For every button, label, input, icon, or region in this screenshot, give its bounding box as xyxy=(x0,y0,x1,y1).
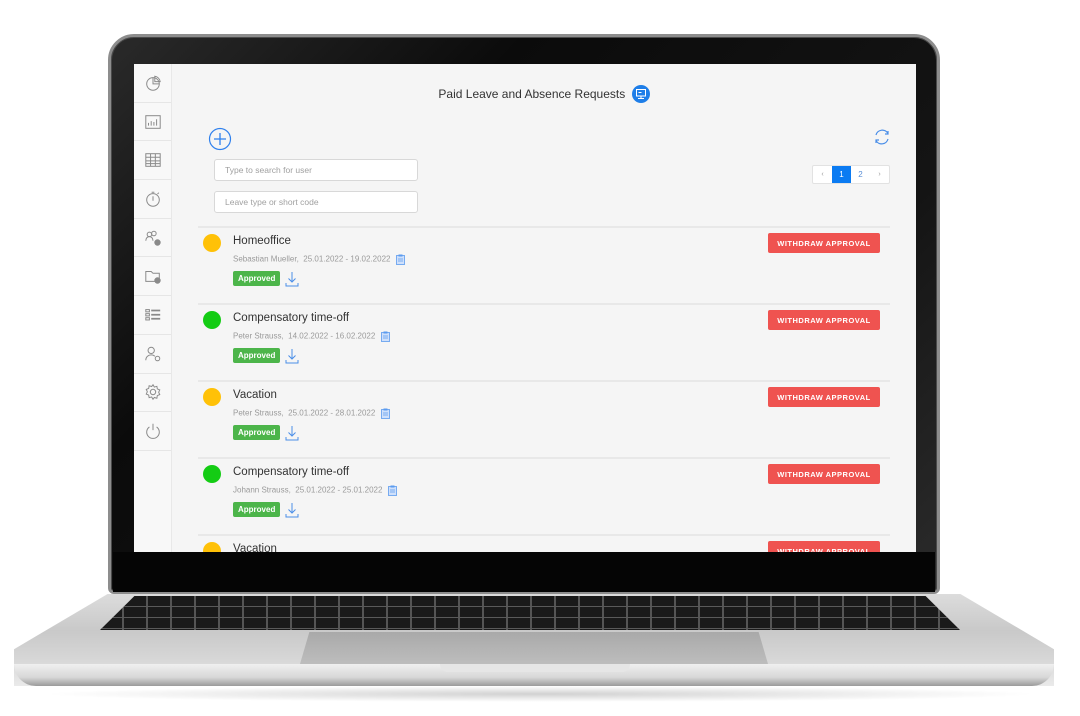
withdraw-approval-button[interactable]: WITHDRAW APPROVAL xyxy=(768,464,880,484)
power-icon xyxy=(145,423,160,439)
status-dot xyxy=(203,311,221,329)
sidebar-item-settings[interactable] xyxy=(134,374,171,413)
approved-badge: Approved xyxy=(233,425,281,440)
page-title: Paid Leave and Absence Requests xyxy=(438,87,626,102)
download-icon[interactable] xyxy=(285,348,299,364)
sidebar-item-calendar[interactable] xyxy=(134,141,171,181)
request-item: Vacation Peter Strauss, 25.01.2022 - 28.… xyxy=(198,380,890,457)
request-user: Peter Strauss, xyxy=(233,408,284,418)
pagination-prev[interactable]: ‹ xyxy=(813,166,832,183)
status-dot xyxy=(203,465,221,483)
request-details: Peter Strauss, 25.01.2022 - 28.01.2022 xyxy=(233,408,390,419)
leave-type-input[interactable] xyxy=(214,191,418,213)
gear-icon xyxy=(145,384,160,401)
page-header: Paid Leave and Absence Requests xyxy=(172,85,916,104)
plus-circle-icon xyxy=(208,127,232,151)
withdraw-approval-button[interactable]: WITHDRAW APPROVAL xyxy=(768,541,880,552)
list-icon xyxy=(144,309,160,321)
request-item: Vacation WITHDRAW APPROVAL xyxy=(198,534,890,552)
status-dot xyxy=(203,542,221,552)
withdraw-approval-button[interactable]: WITHDRAW APPROVAL xyxy=(768,310,880,330)
pagination-page-2[interactable]: 2 xyxy=(851,166,870,183)
clipboard-icon[interactable] xyxy=(380,331,390,342)
approved-badge: Approved xyxy=(233,348,281,363)
laptop-lid-notch xyxy=(440,664,630,672)
sidebar-item-teams[interactable] xyxy=(134,219,171,258)
sidebar-item-list[interactable] xyxy=(134,296,171,335)
app-screen: Paid Leave and Absence Requests ‹ 1 2 › … xyxy=(134,64,916,552)
stopwatch-icon xyxy=(145,191,160,207)
add-request-button[interactable] xyxy=(208,127,232,151)
laptop-keyboard-rows xyxy=(100,596,960,630)
pie-chart-icon xyxy=(145,75,161,91)
request-range: 25.01.2022 - 28.01.2022 xyxy=(288,408,376,418)
download-icon[interactable] xyxy=(285,502,299,518)
request-type: Homeoffice xyxy=(233,235,291,247)
status-dot xyxy=(203,388,221,406)
bar-chart-icon xyxy=(144,114,161,129)
request-type: Compensatory time-off xyxy=(233,466,350,478)
users-settings-icon xyxy=(144,230,161,246)
monitor-badge-icon xyxy=(631,85,650,103)
sidebar xyxy=(134,64,172,552)
pagination-page-1[interactable]: 1 xyxy=(832,166,851,183)
request-range: 25.01.2022 - 19.02.2022 xyxy=(303,254,391,264)
request-type: Compensatory time-off xyxy=(233,312,350,324)
request-user: Sebastian Mueller, xyxy=(233,254,299,264)
refresh-icon xyxy=(875,129,889,145)
approved-badge: Approved xyxy=(233,271,281,286)
withdraw-approval-button[interactable]: WITHDRAW APPROVAL xyxy=(768,233,880,253)
request-type: Vacation xyxy=(233,543,277,552)
request-item: Compensatory time-off Peter Strauss, 14.… xyxy=(198,303,890,380)
request-item: Compensatory time-off Johann Strauss, 25… xyxy=(198,457,890,534)
request-item: Homeoffice Sebastian Mueller, 25.01.2022… xyxy=(198,226,890,303)
clipboard-icon[interactable] xyxy=(387,485,397,496)
clipboard-icon[interactable] xyxy=(380,408,390,419)
status-dot xyxy=(203,234,221,252)
download-icon[interactable] xyxy=(285,271,299,287)
sidebar-item-timer[interactable] xyxy=(134,180,171,219)
request-list: Homeoffice Sebastian Mueller, 25.01.2022… xyxy=(198,226,890,552)
user-search-input[interactable] xyxy=(214,159,418,181)
request-details: Johann Strauss, 25.01.2022 - 25.01.2022 xyxy=(233,485,397,496)
pagination-next[interactable]: › xyxy=(870,166,889,183)
request-range: 25.01.2022 - 25.01.2022 xyxy=(295,485,383,495)
main-content: Paid Leave and Absence Requests ‹ 1 2 › … xyxy=(172,64,916,552)
request-details: Peter Strauss, 14.02.2022 - 16.02.2022 xyxy=(233,331,390,342)
sidebar-item-users[interactable] xyxy=(134,335,171,374)
request-range: 14.02.2022 - 16.02.2022 xyxy=(288,331,376,341)
calendar-grid-icon xyxy=(144,153,161,168)
request-details: Sebastian Mueller, 25.01.2022 - 19.02.20… xyxy=(233,254,405,265)
laptop-shadow xyxy=(40,686,1040,702)
sidebar-item-logout[interactable] xyxy=(134,412,171,451)
clipboard-icon[interactable] xyxy=(395,254,405,265)
pagination: ‹ 1 2 › xyxy=(812,165,890,184)
user-settings-icon xyxy=(144,346,160,361)
request-user: Peter Strauss, xyxy=(233,331,284,341)
sidebar-item-projects[interactable] xyxy=(134,257,171,297)
laptop-trackpad xyxy=(300,632,768,664)
refresh-button[interactable] xyxy=(872,127,892,147)
laptop-bezel-chin xyxy=(113,552,935,592)
sidebar-item-dashboard[interactable] xyxy=(134,64,171,103)
withdraw-approval-button[interactable]: WITHDRAW APPROVAL xyxy=(768,387,880,407)
download-icon[interactable] xyxy=(285,425,299,441)
approved-badge: Approved xyxy=(233,502,281,517)
sidebar-item-reports[interactable] xyxy=(134,103,171,142)
folder-settings-icon xyxy=(144,271,161,284)
request-type: Vacation xyxy=(233,389,277,401)
request-user: Johann Strauss, xyxy=(233,485,291,495)
